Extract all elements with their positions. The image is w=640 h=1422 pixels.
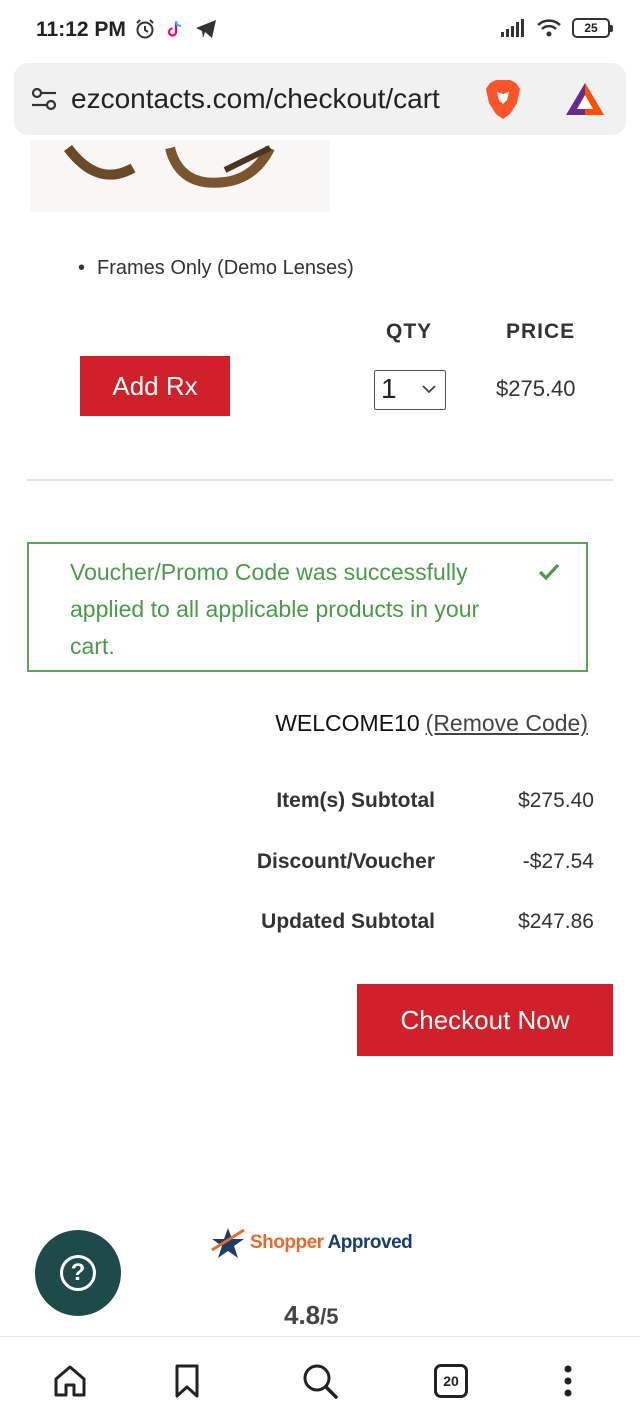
discount-value: -$27.54 <box>522 850 594 873</box>
site-settings-icon[interactable] <box>30 85 58 113</box>
brave-shield-icon[interactable] <box>484 79 522 121</box>
tabs-icon: 20 <box>434 1364 468 1398</box>
search-icon <box>303 1364 338 1399</box>
eyeglasses-image <box>64 144 275 188</box>
wifi-icon <box>537 19 561 37</box>
star-icon <box>211 1228 245 1258</box>
menu-button[interactable] <box>544 1357 592 1405</box>
tiktok-icon <box>167 20 182 37</box>
question-icon: ? <box>60 1255 96 1291</box>
add-rx-button[interactable]: Add Rx <box>80 356 230 416</box>
telegram-icon <box>196 20 216 38</box>
quantity-select[interactable]: 1 <box>374 370 446 410</box>
item-price: $275.40 <box>496 376 576 401</box>
subtotal-label: Item(s) Subtotal <box>276 789 435 812</box>
checkmark-icon <box>538 563 560 581</box>
shopper-approved-logo[interactable]: Shopper Approved <box>210 1226 413 1260</box>
help-button[interactable]: ? <box>35 1230 121 1316</box>
bookmark-button[interactable] <box>163 1357 211 1405</box>
promo-success-alert: Voucher/Promo Code was successfully appl… <box>27 542 588 672</box>
qty-header: QTY <box>386 320 433 343</box>
url-text[interactable]: ezcontacts.com/checkout/cart <box>71 83 440 115</box>
promo-code-row: WELCOME10 (Remove Code) <box>275 710 588 737</box>
remove-code-link[interactable]: (Remove Code) <box>426 710 588 736</box>
brave-rewards-icon[interactable] <box>564 81 606 117</box>
product-image <box>30 140 330 212</box>
battery-icon: 25 <box>572 18 613 38</box>
menu-icon <box>564 1365 572 1397</box>
subtotal-value: $275.40 <box>518 789 594 812</box>
search-button[interactable] <box>296 1357 344 1405</box>
promo-code: WELCOME10 <box>275 710 420 736</box>
divider <box>27 479 613 481</box>
checkout-now-button[interactable]: Checkout Now <box>357 984 613 1056</box>
rating-value: 4.8 <box>284 1300 321 1330</box>
chevron-down-icon <box>422 385 436 394</box>
tabs-button[interactable]: 20 <box>427 1357 475 1405</box>
shopper-approved-brand-part2: Approved <box>327 1232 413 1253</box>
home-button[interactable] <box>46 1357 94 1405</box>
rating: 4.8/5 <box>284 1300 339 1331</box>
signal-icon <box>501 19 524 37</box>
lens-option: Frames Only (Demo Lenses) <box>78 257 354 280</box>
rating-max: /5 <box>320 1304 339 1329</box>
status-bar: 11:12 PM 25 <box>0 0 640 62</box>
price-header: PRICE <box>506 320 576 343</box>
updated-subtotal-label: Updated Subtotal <box>261 910 435 933</box>
promo-message: Voucher/Promo Code was successfully appl… <box>70 559 480 659</box>
status-icons-left <box>134 18 218 40</box>
quantity-value: 1 <box>381 373 397 404</box>
browser-bottom-nav: 20 <box>0 1336 640 1422</box>
status-time: 11:12 PM <box>36 18 126 41</box>
bookmark-icon <box>175 1364 199 1398</box>
status-icons-right: 25 <box>500 18 613 38</box>
updated-subtotal-value: $247.86 <box>518 910 594 933</box>
address-bar[interactable]: ezcontacts.com/checkout/cart <box>14 63 626 135</box>
home-icon <box>54 1365 86 1397</box>
discount-label: Discount/Voucher <box>256 850 435 873</box>
shopper-approved-brand-part1: Shopper <box>250 1232 324 1253</box>
alarm-icon <box>136 19 154 39</box>
